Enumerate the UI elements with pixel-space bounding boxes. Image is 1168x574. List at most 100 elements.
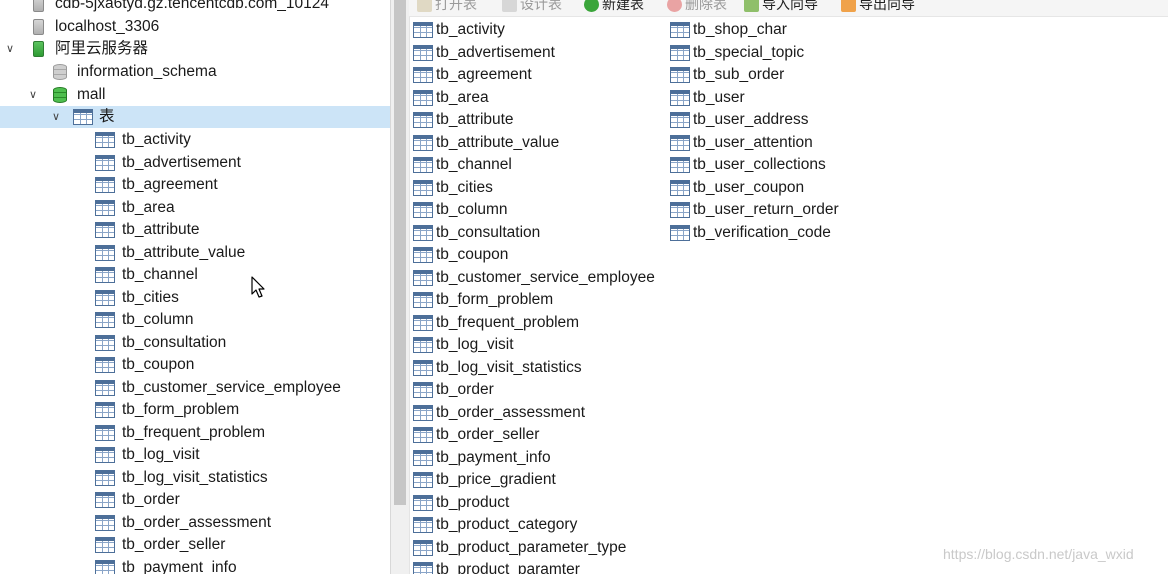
table-label: tb_log_visit xyxy=(122,446,200,463)
table-icon xyxy=(670,224,690,241)
table-icon xyxy=(95,334,115,351)
object-toolbar: 打开表 设计表 新建表 删除表 导入向导 导出向导 xyxy=(409,0,1168,17)
table-icon xyxy=(670,202,690,218)
table-icon xyxy=(95,177,115,193)
chevron-down-icon[interactable]: ∨ xyxy=(27,84,39,106)
table-label: tb_frequent_problem xyxy=(436,313,580,331)
server-icon xyxy=(33,0,44,12)
tree-table-item[interactable]: tb_channel xyxy=(0,264,390,286)
new-table-button[interactable]: 新建表 xyxy=(584,0,644,15)
table-icon xyxy=(95,492,115,508)
table-icon xyxy=(413,67,433,83)
tree-connection-tencent[interactable]: cdb-5jxa6tyd.gz.tencentcdb.com_10124 xyxy=(0,0,390,15)
export-wizard-button[interactable]: 导出向导 xyxy=(841,0,915,15)
table-label: tb_log_visit xyxy=(436,336,514,353)
table-label: tb_log_visit_statistics xyxy=(436,358,582,376)
table-label: tb_advertisement xyxy=(436,43,555,61)
table-label: tb_payment_info xyxy=(436,448,551,466)
delete-table-button[interactable]: 删除表 xyxy=(667,0,727,15)
table-label: tb_user_collections xyxy=(693,156,826,173)
table-label: tb_attribute_value xyxy=(122,243,246,261)
table-label: tb_agreement xyxy=(122,176,218,193)
tree-table-item[interactable]: tb_order_seller xyxy=(0,534,390,556)
delete-icon xyxy=(667,0,682,12)
object-list[interactable]: tb_activity tb_advertisement tb_agreement t… xyxy=(409,17,1168,574)
database-icon xyxy=(53,87,67,103)
table-label: tb_cities xyxy=(436,178,493,196)
tree-table-item[interactable]: tb_consultation xyxy=(0,332,390,354)
open-table-icon xyxy=(417,0,432,12)
import-wizard-button[interactable]: 导入向导 xyxy=(744,0,818,15)
open-table-label: 打开表 xyxy=(435,0,477,12)
tree-table-item[interactable]: tb_log_visit_statistics xyxy=(0,467,390,489)
tree-database-information-schema[interactable]: information_schema xyxy=(0,61,390,83)
server-icon xyxy=(33,41,44,57)
tree-connection-localhost[interactable]: localhost_3306 xyxy=(0,16,390,38)
connection-label: localhost_3306 xyxy=(55,18,160,35)
design-table-label: 设计表 xyxy=(520,0,562,12)
table-label: tb_price_gradient xyxy=(436,471,556,488)
table-label: tb_consultation xyxy=(436,223,541,241)
navigation-tree[interactable]: cdb-5jxa6tyd.gz.tencentcdb.com_10124 loc… xyxy=(0,0,390,574)
table-label: tb_order_seller xyxy=(436,426,540,443)
tree-table-item[interactable]: tb_attribute_value xyxy=(0,242,390,264)
tree-table-item[interactable]: tb_agreement xyxy=(0,174,390,196)
table-label: tb_advertisement xyxy=(122,153,241,171)
database-label: information_schema xyxy=(77,63,217,80)
import-wizard-label: 导入向导 xyxy=(762,0,818,12)
table-icon xyxy=(413,314,433,331)
table-icon xyxy=(413,517,433,533)
table-icon xyxy=(413,472,433,488)
table-icon xyxy=(413,292,433,308)
tree-table-item[interactable]: tb_activity xyxy=(0,129,390,151)
table-label: tb_special_topic xyxy=(693,43,805,61)
table-label: tb_product_paramter xyxy=(436,561,580,574)
table-icon xyxy=(413,494,433,511)
tree-connection-aliyun[interactable]: ∨ 阿里云服务器 xyxy=(0,38,390,60)
tree-tables-node[interactable]: ∨ 表 xyxy=(0,106,390,128)
tree-table-item[interactable]: tb_advertisement xyxy=(0,152,390,174)
table-label: tb_customer_service_employee xyxy=(122,378,341,396)
table-icon xyxy=(413,404,433,421)
table-label: tb_user_return_order xyxy=(693,201,839,218)
table-label: tb_user_attention xyxy=(693,133,813,151)
tree-database-mall[interactable]: ∨ mall xyxy=(0,84,390,106)
tree-table-item[interactable]: tb_column xyxy=(0,309,390,331)
table-label: tb_form_problem xyxy=(122,401,240,418)
table-label: tb_sub_order xyxy=(693,66,785,83)
table-icon xyxy=(95,469,115,486)
table-icon xyxy=(95,289,115,306)
table-icon xyxy=(413,382,433,398)
tree-table-item[interactable]: tb_coupon xyxy=(0,354,390,376)
chevron-down-icon[interactable]: ∨ xyxy=(4,38,16,60)
table-label: tb_user_address xyxy=(693,111,809,128)
connection-label: 阿里云服务器 xyxy=(55,40,149,57)
design-table-button[interactable]: 设计表 xyxy=(502,0,562,15)
table-icon xyxy=(95,132,115,148)
tree-table-item[interactable]: tb_order xyxy=(0,489,390,511)
table-icon xyxy=(413,179,433,196)
new-table-label: 新建表 xyxy=(602,0,644,12)
table-icon xyxy=(413,539,433,556)
tree-table-item[interactable]: tb_order_assessment xyxy=(0,512,390,534)
tree-table-item[interactable]: tb_log_visit xyxy=(0,444,390,466)
tree-table-item[interactable]: tb_area xyxy=(0,197,390,219)
tree-table-item[interactable]: tb_form_problem xyxy=(0,399,390,421)
table-icon xyxy=(670,67,690,83)
table-icon xyxy=(413,44,433,61)
table-icon xyxy=(95,537,115,553)
table-icon xyxy=(413,359,433,376)
tree-table-item[interactable]: tb_payment_info xyxy=(0,557,390,574)
scrollbar-thumb[interactable] xyxy=(394,0,406,505)
open-table-button[interactable]: 打开表 xyxy=(417,0,477,15)
table-label: tb_channel xyxy=(122,266,198,283)
tree-table-item[interactable]: tb_frequent_problem xyxy=(0,422,390,444)
table-label: tb_order_assessment xyxy=(436,403,586,421)
tree-table-item[interactable]: tb_cities xyxy=(0,287,390,309)
tree-scrollbar[interactable] xyxy=(390,0,410,574)
tree-table-item[interactable]: tb_attribute xyxy=(0,219,390,241)
chevron-down-icon[interactable]: ∨ xyxy=(50,106,62,128)
table-icon xyxy=(95,267,115,283)
table-label: tb_area xyxy=(436,88,489,106)
tree-table-item[interactable]: tb_customer_service_employee xyxy=(0,377,390,399)
